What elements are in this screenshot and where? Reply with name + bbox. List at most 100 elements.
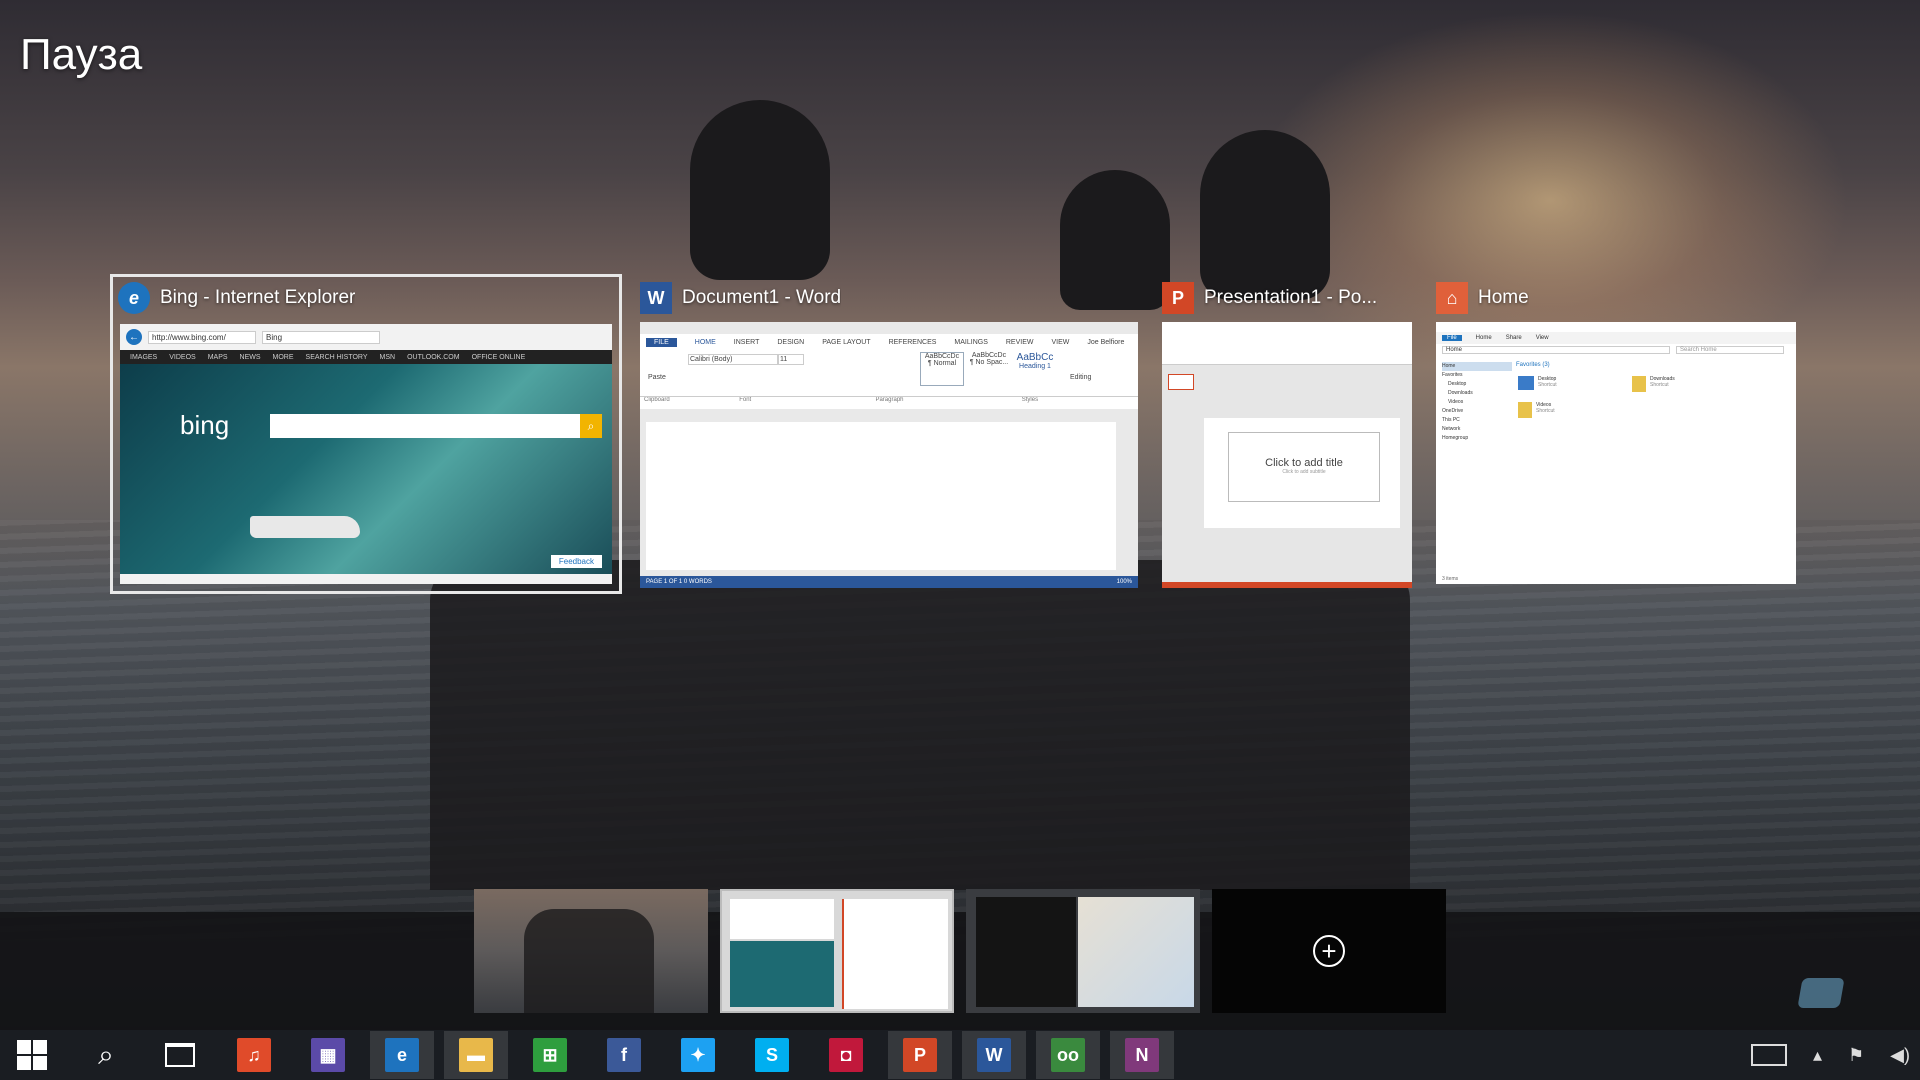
window-title: Document1 - Word [682, 287, 842, 308]
bing-nav: IMAGES VIDEOS MAPS NEWS MORE SEARCH HIST… [120, 350, 612, 364]
boat-image [250, 516, 360, 538]
tree-item: This PC [1442, 417, 1460, 423]
taskbar: ⌕ ♫ ▦ e ▬ ⊞ f ✦ S ◘ P Woo N [0, 1030, 1920, 1080]
style-preview: AaBbCc [1016, 352, 1054, 363]
tab-file: FILE [646, 337, 677, 347]
window-word[interactable]: W Document1 - Word FILE HOME INSERT DESI… [638, 276, 1142, 592]
paste-button: Paste [648, 374, 666, 381]
taskbar-store-button[interactable]: ⊞ [518, 1031, 582, 1079]
explorer-tabs: File Home Share View [1436, 332, 1796, 344]
slide-thumbnail [1168, 374, 1194, 390]
title-placeholder: Click to add title Click to add subtitle [1228, 432, 1380, 502]
start-button[interactable] [0, 1031, 64, 1079]
tree-item: OneDrive [1442, 408, 1464, 414]
music-icon: ♫ [237, 1038, 271, 1072]
mini-word [730, 899, 834, 939]
nav-item: MORE [272, 353, 294, 361]
search-button[interactable]: ⌕ [74, 1031, 138, 1079]
powerpoint-icon: P [1162, 282, 1194, 314]
chevron-up-icon[interactable]: ▴ [1813, 1045, 1822, 1066]
taskbar-photo-button[interactable]: ◘ [814, 1031, 878, 1079]
group-label: Paragraph [875, 397, 904, 403]
taskbar-music-button[interactable]: ♫ [222, 1031, 286, 1079]
tripadvisor-icon: oo [1051, 1038, 1085, 1072]
internet-explorer-icon: e [118, 282, 150, 314]
style-name: ¶ No Spac... [969, 359, 1009, 366]
window-powerpoint[interactable]: P Presentation1 - Po... Click to add tit… [1160, 276, 1414, 592]
store-icon: ⊞ [533, 1038, 567, 1072]
slide-canvas: Click to add title Click to add subtitle [1204, 418, 1400, 528]
system-tray: ▴ ⚑ ◀) [1750, 1030, 1910, 1080]
people-silhouettes [524, 909, 654, 1013]
slide-title: Click to add title [1265, 457, 1343, 469]
child-silhouette-1 [690, 100, 830, 280]
watermark-logo [1797, 978, 1845, 1008]
task-view-button[interactable] [148, 1031, 212, 1079]
tab-view: View [1535, 335, 1549, 341]
pause-label: Пауза [20, 30, 143, 79]
word-icon: W [640, 282, 672, 314]
tree-item: Network [1442, 426, 1461, 432]
favorite-desktop: Desktop Shortcut [1518, 376, 1557, 390]
taskbar-internet-explorer-button[interactable]: e [370, 1031, 434, 1079]
style-preview: AaBbCcDc [924, 353, 960, 360]
virtual-desktop-strip [0, 912, 1920, 1030]
nav-item: NEWS [239, 353, 261, 361]
ribbon [1162, 322, 1412, 365]
ribbon-tabs: FILE HOME INSERT DESIGN PAGE LAYOUT REFE… [640, 334, 1138, 350]
task-view-icon [165, 1043, 195, 1067]
search-icon: ⌕ [98, 1038, 114, 1070]
mini-black-window [976, 897, 1076, 1007]
address-bar: Home [1442, 346, 1670, 354]
taskbar-word-button[interactable]: W [962, 1031, 1026, 1079]
group-label: Font [739, 397, 752, 403]
desktop-thumbnail-2[interactable] [720, 889, 954, 1013]
word-icon: W [977, 1038, 1011, 1072]
plus-icon: + [1313, 935, 1345, 967]
taskbar-calculator-button[interactable]: ▦ [296, 1031, 360, 1079]
window-preview: File Home Share View Home Search Home Ho… [1436, 322, 1796, 584]
search-icon: ⌕ [580, 414, 602, 438]
address-bar: http://www.bing.com/ [148, 330, 256, 344]
style-heading-1: AaBbCc Heading 1 [1014, 352, 1056, 384]
calculator-icon: ▦ [311, 1038, 345, 1072]
window-title: Home [1478, 287, 1529, 308]
flag-icon[interactable]: ⚑ [1848, 1045, 1864, 1066]
desktop-thumbnail-3[interactable] [966, 889, 1200, 1013]
window-file-explorer[interactable]: ⌂ Home File Home Share View Home Search … [1434, 276, 1800, 590]
facebook-icon: f [607, 1038, 641, 1072]
feedback-button: Feedback [550, 555, 602, 568]
taskbar-onenote-button[interactable]: N [1110, 1031, 1174, 1079]
tab-insert: INSERT [733, 338, 760, 346]
tab-references: REFERENCES [888, 338, 937, 346]
tree-item: Homegroup [1442, 435, 1469, 441]
nav-item: MAPS [207, 353, 228, 361]
style-no-spacing: AaBbCcDc ¶ No Spac... [968, 352, 1010, 384]
desktop-icon [1518, 376, 1534, 390]
window-internet-explorer[interactable]: e Bing - Internet Explorer ← http://www.… [110, 274, 622, 594]
slide-subtitle: Click to add subtitle [1282, 469, 1326, 475]
taskbar-tripadvisor-button[interactable]: oo [1036, 1031, 1100, 1079]
keyboard-icon[interactable] [1750, 1044, 1787, 1066]
add-desktop-button[interactable]: + [1212, 889, 1446, 1013]
nav-item: OUTLOOK.COM [407, 353, 460, 361]
favorite-downloads: Downloads Shortcut [1632, 376, 1675, 392]
desktop-thumbnail-1[interactable] [474, 889, 708, 1013]
volume-icon[interactable]: ◀) [1890, 1045, 1910, 1066]
taskbar-twitter-button[interactable]: ✦ [666, 1031, 730, 1079]
taskbar-file-explorer-button[interactable]: ▬ [444, 1031, 508, 1079]
window-preview: Click to add title Click to add subtitle [1162, 322, 1412, 588]
downloads-icon [1632, 376, 1646, 392]
back-icon: ← [126, 329, 142, 345]
taskbar-facebook-button[interactable]: f [592, 1031, 656, 1079]
nav-item: IMAGES [130, 353, 158, 361]
group-label: Styles [1021, 397, 1039, 403]
ribbon-group-labels: Clipboard Font Paragraph Styles [640, 397, 1138, 409]
nav-item: OFFICE ONLINE [471, 353, 526, 361]
window-preview: FILE HOME INSERT DESIGN PAGE LAYOUT REFE… [640, 322, 1138, 588]
taskbar-powerpoint-button[interactable]: P [888, 1031, 952, 1079]
mini-ie [730, 941, 834, 1007]
powerpoint-icon: P [903, 1038, 937, 1072]
taskbar-skype-button[interactable]: S [740, 1031, 804, 1079]
ribbon: Paste Calibri (Body) 11 AaBbCcDc ¶ Normal… [640, 350, 1138, 397]
